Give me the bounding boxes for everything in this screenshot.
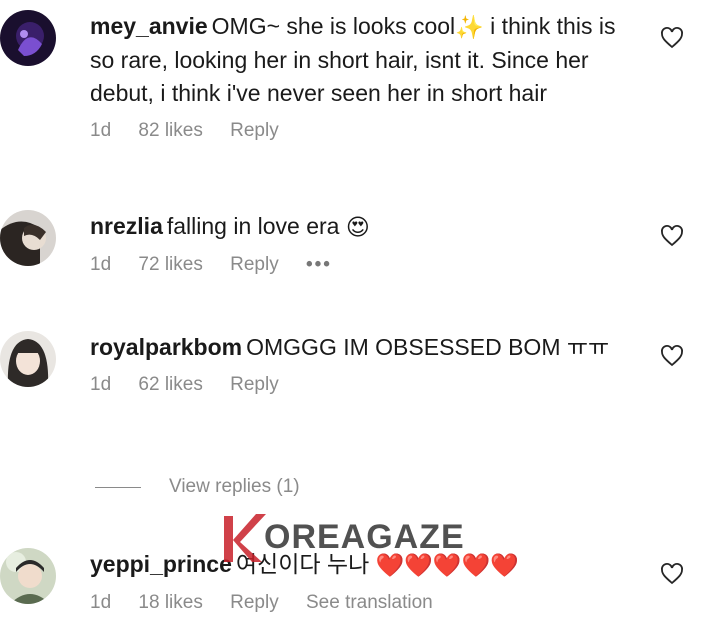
like-button[interactable] bbox=[660, 26, 684, 50]
reply-button[interactable]: Reply bbox=[230, 254, 279, 275]
comment-likes[interactable]: 62 likes bbox=[138, 374, 202, 395]
comment-time: 1d bbox=[90, 374, 112, 395]
watermark-text: OREAGAZE bbox=[264, 518, 465, 556]
more-dots-icon[interactable]: ••• bbox=[306, 254, 332, 275]
comment-text: royalparkbom OMGGG IM OBSESSED BOM ㅠㅠ bbox=[90, 331, 630, 364]
see-translation-button[interactable]: See translation bbox=[306, 592, 433, 613]
comment-meta: 1d 82 likes Reply bbox=[90, 120, 630, 142]
comment-time: 1d bbox=[90, 120, 112, 142]
comment-likes[interactable]: 82 likes bbox=[138, 120, 202, 141]
comment-text: mey_anvie OMG~ she is looks cool✨ i think… bbox=[90, 10, 630, 110]
reply-button[interactable]: Reply bbox=[230, 374, 279, 395]
avatar[interactable] bbox=[0, 331, 56, 387]
avatar-image bbox=[0, 10, 56, 66]
comment-username[interactable]: mey_anvie bbox=[90, 13, 208, 39]
like-button[interactable] bbox=[660, 224, 684, 248]
comment-time: 1d bbox=[90, 254, 112, 276]
comment-likes[interactable]: 18 likes bbox=[138, 592, 202, 613]
sparkles-icon: ✨ bbox=[455, 14, 484, 41]
divider-line bbox=[95, 486, 141, 488]
avatar[interactable] bbox=[0, 548, 56, 604]
avatar[interactable] bbox=[0, 10, 56, 66]
comment-username[interactable]: nrezlia bbox=[90, 213, 163, 239]
comment-content: falling in love era bbox=[166, 213, 340, 239]
heart-outline-icon bbox=[661, 27, 683, 49]
comment-username[interactable]: royalparkbom bbox=[90, 334, 242, 360]
view-replies-label: View replies (1) bbox=[169, 476, 300, 497]
watermark-k-mark-icon bbox=[224, 514, 266, 562]
comment-meta: 1d 18 likes Reply See translation bbox=[90, 592, 630, 614]
heart-outline-icon bbox=[661, 563, 683, 585]
avatar-image bbox=[0, 548, 56, 604]
comment-content: OMG~ she is looks cool bbox=[211, 13, 456, 39]
avatar[interactable] bbox=[0, 210, 56, 266]
avatar-image bbox=[0, 331, 56, 387]
watermark-logo: OREAGAZE bbox=[222, 510, 490, 566]
like-button[interactable] bbox=[660, 562, 684, 586]
reply-button[interactable]: Reply bbox=[230, 120, 279, 141]
comment-content: OMGGG IM OBSESSED BOM ㅠㅠ bbox=[246, 334, 610, 360]
comment-likes[interactable]: 72 likes bbox=[138, 254, 202, 275]
heart-eyes-emoji-icon: 😍 bbox=[345, 214, 370, 241]
comment-time: 1d bbox=[90, 592, 112, 614]
avatar-image bbox=[0, 210, 56, 266]
comment-username[interactable]: yeppi_prince bbox=[90, 551, 232, 577]
heart-outline-icon bbox=[661, 345, 683, 367]
heart-outline-icon bbox=[661, 225, 683, 247]
comment-meta: 1d 62 likes Reply bbox=[90, 374, 630, 396]
like-button[interactable] bbox=[660, 344, 684, 368]
comment-meta: 1d 72 likes Reply ••• bbox=[90, 254, 630, 276]
reply-button[interactable]: Reply bbox=[230, 592, 279, 613]
view-replies-button[interactable]: View replies (1) bbox=[95, 476, 300, 498]
comment-text: nrezlia falling in love era 😍 bbox=[90, 210, 630, 244]
